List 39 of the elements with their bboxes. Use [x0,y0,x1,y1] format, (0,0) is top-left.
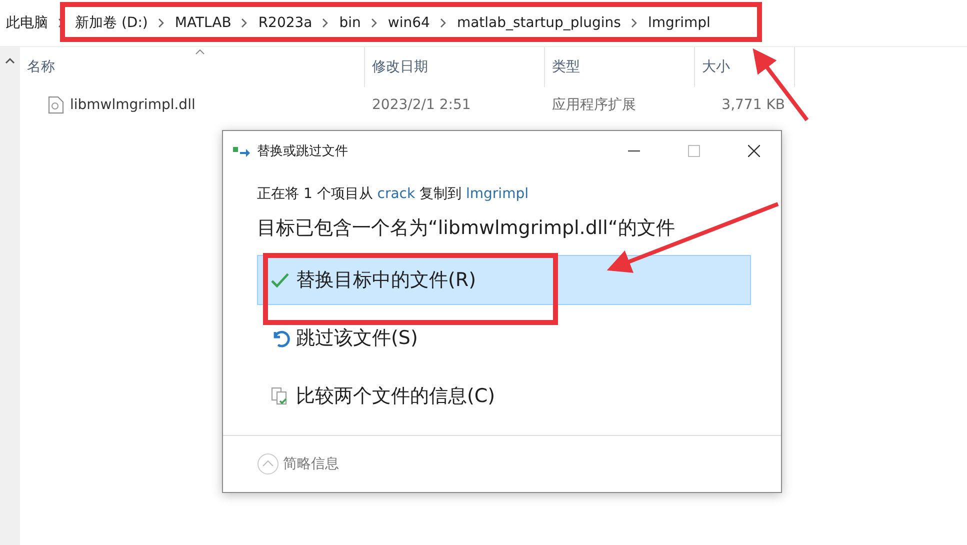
breadcrumb-item[interactable]: MATLAB [174,15,232,31]
file-icon [48,96,64,114]
chevron-icon [440,18,447,28]
breadcrumb-item[interactable]: R2023a [258,15,312,31]
option-button[interactable]: 跳过该文件(S) [257,313,751,363]
option-button[interactable]: 替换目标中的文件(R) [257,255,751,305]
column-header[interactable]: 大小 [695,47,795,87]
scroll-up-icon[interactable] [5,57,15,64]
window-title: 替换或跳过文件 [257,143,349,160]
close-icon [748,145,760,157]
table-cell-text: 3,771 KB [720,97,786,113]
copy-status-text: 正在将 1 个项目从 crack 复制到 lmgrimpl [257,185,530,203]
breadcrumb-item[interactable]: 新加卷 (D:) [75,14,148,32]
maximize-icon [688,145,700,157]
breadcrumb-item[interactable]: lmgrimpl [648,15,710,31]
file-name[interactable]: libmwlmgrimpl.dll [70,97,196,113]
conflict-message: 目标已包含一个名为“libmwlmgrimpl.dll“的文件 [257,216,676,241]
option-button[interactable]: 比较两个文件的信息(C) [257,371,751,421]
source-link[interactable]: crack [377,186,416,202]
chevron-icon [322,18,330,28]
target-link[interactable]: lmgrimpl [466,186,528,202]
table-cell-text: 2023/2/1 2:51 [371,97,472,113]
column-header[interactable]: 名称 [20,47,365,87]
chevron-icon [241,18,248,28]
details-toggle[interactable]: 简略信息 [283,455,339,473]
scrollbar[interactable] [0,47,20,545]
breadcrumb-item[interactable]: 此电脑 [6,14,48,32]
breadcrumb-item[interactable]: matlab_startup_plugins [456,15,621,31]
chevron-icon [370,18,378,28]
column-header[interactable]: 类型 [545,47,695,87]
sort-caret-icon [195,49,205,55]
move-file-icon [233,145,251,157]
collapse-icon[interactable] [257,453,279,475]
column-header[interactable]: 修改日期 [365,47,545,87]
chevron-icon [158,18,165,28]
breadcrumb-item[interactable]: win64 [388,15,430,31]
breadcrumb-item[interactable]: bin [339,15,361,31]
table-cell-text: 应用程序扩展 [551,96,637,114]
chevron-icon [630,18,638,28]
